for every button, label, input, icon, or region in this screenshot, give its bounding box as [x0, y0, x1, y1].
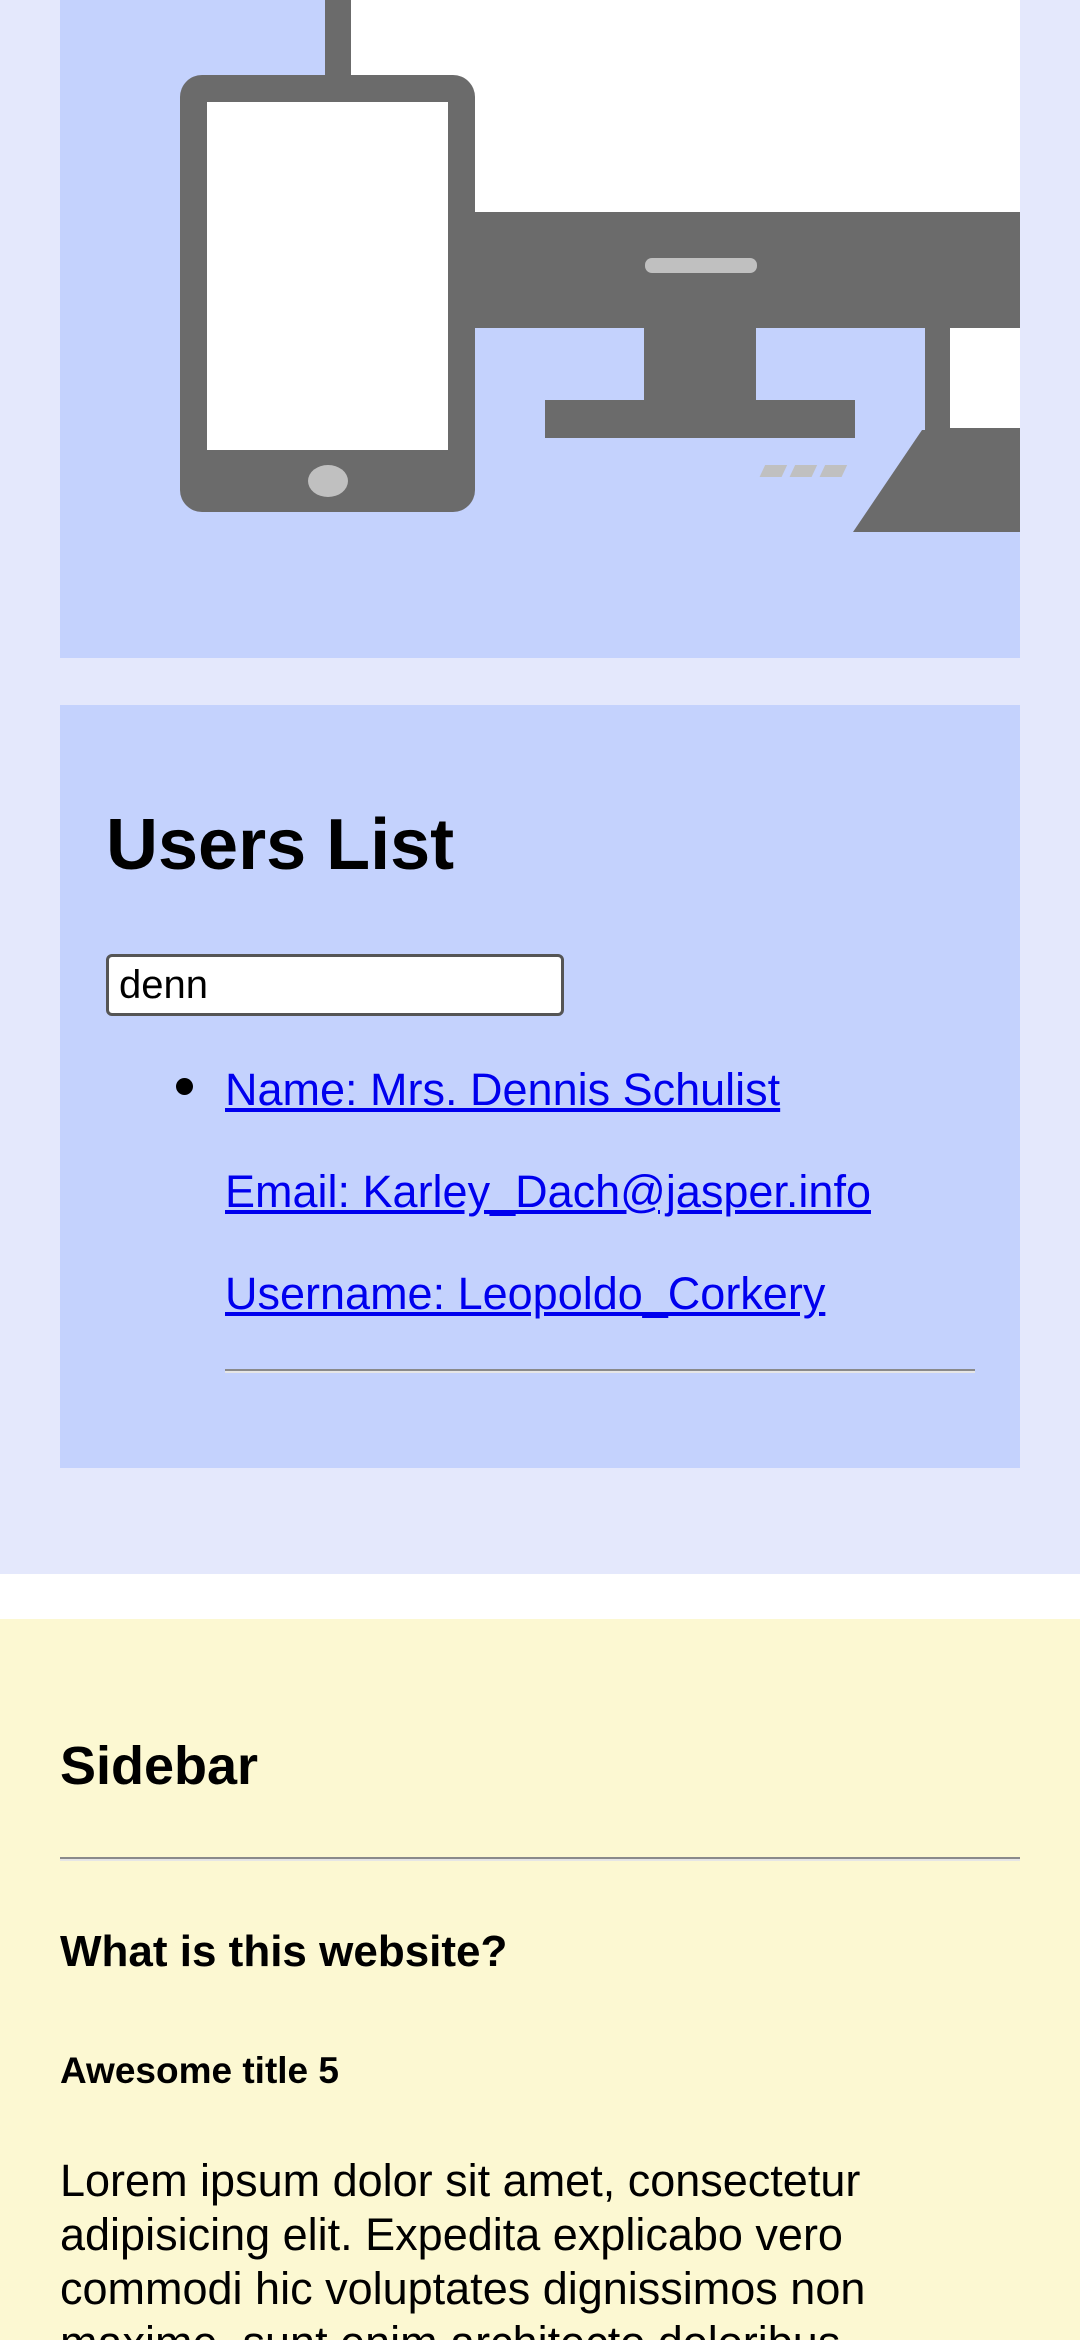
- sidebar-title: Sidebar: [60, 1736, 259, 1796]
- devices-illustration-icon: [180, 0, 1020, 532]
- user-search-input[interactable]: [106, 954, 564, 1016]
- sidebar-question: What is this website?: [60, 1927, 508, 1976]
- user-name-link[interactable]: Name: Mrs. Dennis Schulist: [225, 1067, 780, 1112]
- list-bullet: [176, 1078, 193, 1095]
- main-content: Users List Name: Mrs. Dennis Schulist Em…: [0, 0, 1080, 1574]
- users-list-card: Users List Name: Mrs. Dennis Schulist Em…: [60, 705, 1020, 1468]
- user-divider: [225, 1369, 975, 1373]
- sidebar-divider: [60, 1857, 1020, 1861]
- user-email-link[interactable]: Email: Karley_Dach@jasper.info: [225, 1169, 871, 1214]
- hero-card: [60, 0, 1020, 658]
- sidebar: Sidebar What is this website? Awesome ti…: [0, 1619, 1080, 2340]
- users-list-title: Users List: [106, 805, 455, 885]
- sidebar-subtitle: Awesome title 5: [60, 2050, 339, 2091]
- user-username-link[interactable]: Username: Leopoldo_Corkery: [225, 1271, 825, 1316]
- sidebar-description: Lorem ipsum dolor sit amet, consectetur …: [60, 2155, 866, 2340]
